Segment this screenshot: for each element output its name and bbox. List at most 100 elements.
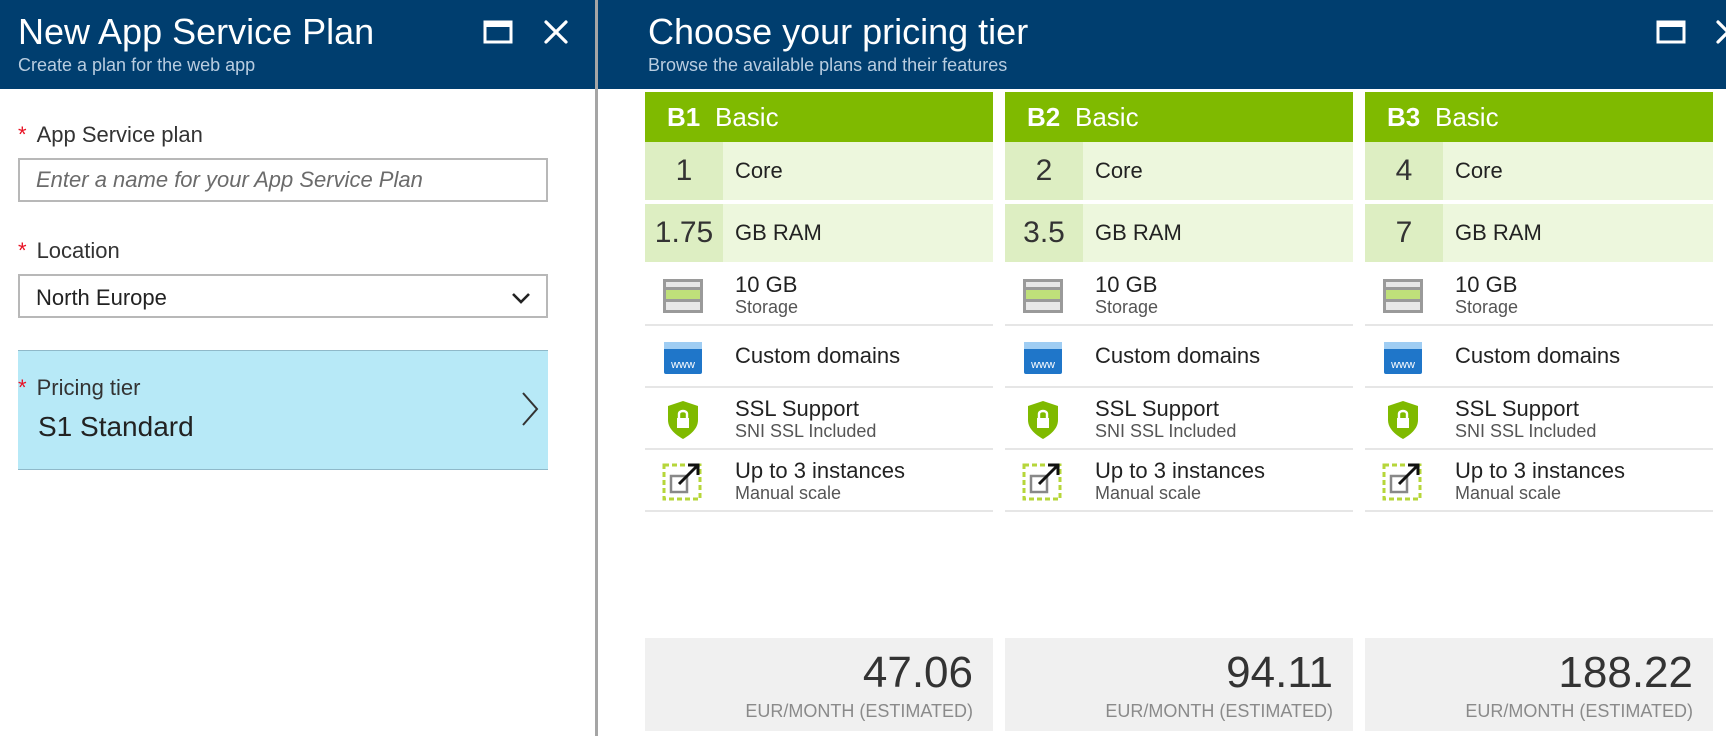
close-icon (1716, 20, 1726, 44)
core-unit: Core (1095, 158, 1143, 183)
svg-text:www: www (1390, 359, 1415, 371)
ram-unit: GB RAM (1095, 220, 1182, 245)
scale-feature: Up to 3 instances Manual scale (645, 450, 993, 512)
tier-code: B3 (1387, 102, 1421, 132)
ssl-sublabel: SNI SSL Included (1095, 421, 1237, 441)
scale-sublabel: Manual scale (1455, 483, 1562, 503)
price-box: 188.22 EUR/MONTH (ESTIMATED) (1365, 638, 1713, 731)
ssl-feature: SSL Support SNI SSL Included (1365, 388, 1713, 450)
location-value: North Europe (36, 285, 167, 310)
maximize-icon (483, 20, 513, 44)
maximize-button[interactable] (1653, 14, 1689, 50)
storage-icon (1023, 279, 1063, 313)
close-button[interactable] (1710, 14, 1726, 50)
chevron-down-icon (512, 293, 530, 304)
scale-out-icon (1382, 463, 1422, 501)
tier-card-b1[interactable]: B1 Basic 1 Core 1.75 GB RAM 10 GB Storag… (645, 92, 993, 731)
maximize-button[interactable] (480, 14, 516, 50)
price-unit: EUR/MONTH (ESTIMATED) (1465, 701, 1693, 721)
shield-lock-icon (668, 401, 698, 439)
tier-code: B1 (667, 102, 701, 132)
ram-spec: 3.5 GB RAM (1005, 204, 1353, 264)
www-globe-icon: www (664, 342, 702, 374)
svg-text:www: www (670, 359, 695, 371)
app-service-plan-label: * App Service plan (18, 122, 203, 147)
core-count: 1 (645, 142, 723, 200)
price-box: 94.11 EUR/MONTH (ESTIMATED) (1005, 638, 1353, 731)
ssl-sublabel: SNI SSL Included (1455, 421, 1597, 441)
scale-feature: Up to 3 instances Manual scale (1005, 450, 1353, 512)
scale-out-icon (1022, 463, 1062, 501)
price-box: 47.06 EUR/MONTH (ESTIMATED) (645, 638, 993, 731)
tier-card-b3[interactable]: B3 Basic 4 Core 7 GB RAM 10 GB Storage w… (1365, 92, 1713, 731)
ram-amount: 7 (1365, 204, 1443, 262)
chevron-right-icon (522, 392, 539, 426)
tier-card-b2[interactable]: B2 Basic 2 Core 3.5 GB RAM 10 GB Storage (1005, 92, 1353, 731)
price-value: 47.06 (862, 648, 973, 697)
price-value: 188.22 (1558, 648, 1693, 697)
price-unit: EUR/MONTH (ESTIMATED) (745, 701, 973, 721)
storage-icon (663, 279, 703, 313)
scale-label: Up to 3 instances (1095, 458, 1265, 483)
scale-sublabel: Manual scale (1095, 483, 1202, 503)
storage-icon (1383, 279, 1423, 313)
tier-name: Basic (1075, 102, 1139, 132)
blade-header: Choose your pricing tier Browse the avai… (598, 0, 1726, 89)
storage-size: 10 GB (1455, 272, 1518, 297)
ram-spec: 1.75 GB RAM (645, 204, 993, 264)
custom-domains-feature: www Custom domains (1005, 326, 1353, 388)
location-select[interactable]: North Europe (18, 274, 548, 318)
custom-domains-label: Custom domains (735, 343, 901, 368)
scale-label: Up to 3 instances (1455, 458, 1625, 483)
storage-size: 10 GB (735, 272, 798, 297)
required-marker: * (18, 122, 27, 147)
custom-domains-label: Custom domains (1095, 343, 1261, 368)
storage-feature: 10 GB Storage (1365, 264, 1713, 326)
custom-domains-feature: www Custom domains (1365, 326, 1713, 388)
required-marker: * (18, 238, 27, 263)
ram-spec: 7 GB RAM (1365, 204, 1713, 264)
core-unit: Core (1455, 158, 1503, 183)
ssl-label: SSL Support (1455, 396, 1579, 421)
shield-lock-icon (1028, 401, 1058, 439)
tier-code: B2 (1027, 102, 1061, 132)
storage-size: 10 GB (1095, 272, 1158, 297)
ram-unit: GB RAM (735, 220, 822, 245)
scale-label: Up to 3 instances (735, 458, 905, 483)
core-spec: 1 Core (645, 142, 993, 202)
ssl-label: SSL Support (735, 396, 859, 421)
blade-subtitle: Create a plan for the web app (18, 55, 256, 75)
blade-subtitle: Browse the available plans and their fea… (648, 55, 1008, 75)
storage-label: Storage (1095, 297, 1159, 317)
pricing-tier-value: S1 Standard (38, 411, 194, 442)
location-label: * Location (18, 238, 120, 263)
custom-domains-feature: www Custom domains (645, 326, 993, 388)
svg-text:www: www (1030, 359, 1055, 371)
core-unit: Core (735, 158, 783, 183)
app-service-plan-input[interactable] (18, 158, 548, 202)
ram-amount: 1.75 (645, 204, 723, 262)
core-count: 2 (1005, 142, 1083, 200)
core-spec: 4 Core (1365, 142, 1713, 202)
pricing-tier-selector[interactable]: * Pricing tier S1 Standard (18, 350, 548, 470)
shield-lock-icon (1388, 401, 1418, 439)
storage-feature: 10 GB Storage (1005, 264, 1353, 326)
close-button[interactable] (538, 14, 574, 50)
pricing-tier-label: * Pricing tier (18, 375, 141, 400)
close-icon (544, 20, 568, 44)
ram-amount: 3.5 (1005, 204, 1083, 262)
ram-unit: GB RAM (1455, 220, 1542, 245)
tier-header: B1 Basic (645, 92, 993, 142)
price-unit: EUR/MONTH (ESTIMATED) (1105, 701, 1333, 721)
custom-domains-label: Custom domains (1455, 343, 1621, 368)
maximize-icon (1656, 20, 1686, 44)
ssl-label: SSL Support (1095, 396, 1219, 421)
storage-feature: 10 GB Storage (645, 264, 993, 326)
tier-header: B3 Basic (1365, 92, 1713, 142)
new-app-service-plan-blade: New App Service Plan Create a plan for t… (0, 0, 595, 736)
storage-label: Storage (735, 297, 799, 317)
blade-header: New App Service Plan Create a plan for t… (0, 0, 595, 89)
tier-name: Basic (715, 102, 779, 132)
price-value: 94.11 (1226, 648, 1333, 697)
pricing-tier-blade: Choose your pricing tier Browse the avai… (598, 0, 1726, 736)
